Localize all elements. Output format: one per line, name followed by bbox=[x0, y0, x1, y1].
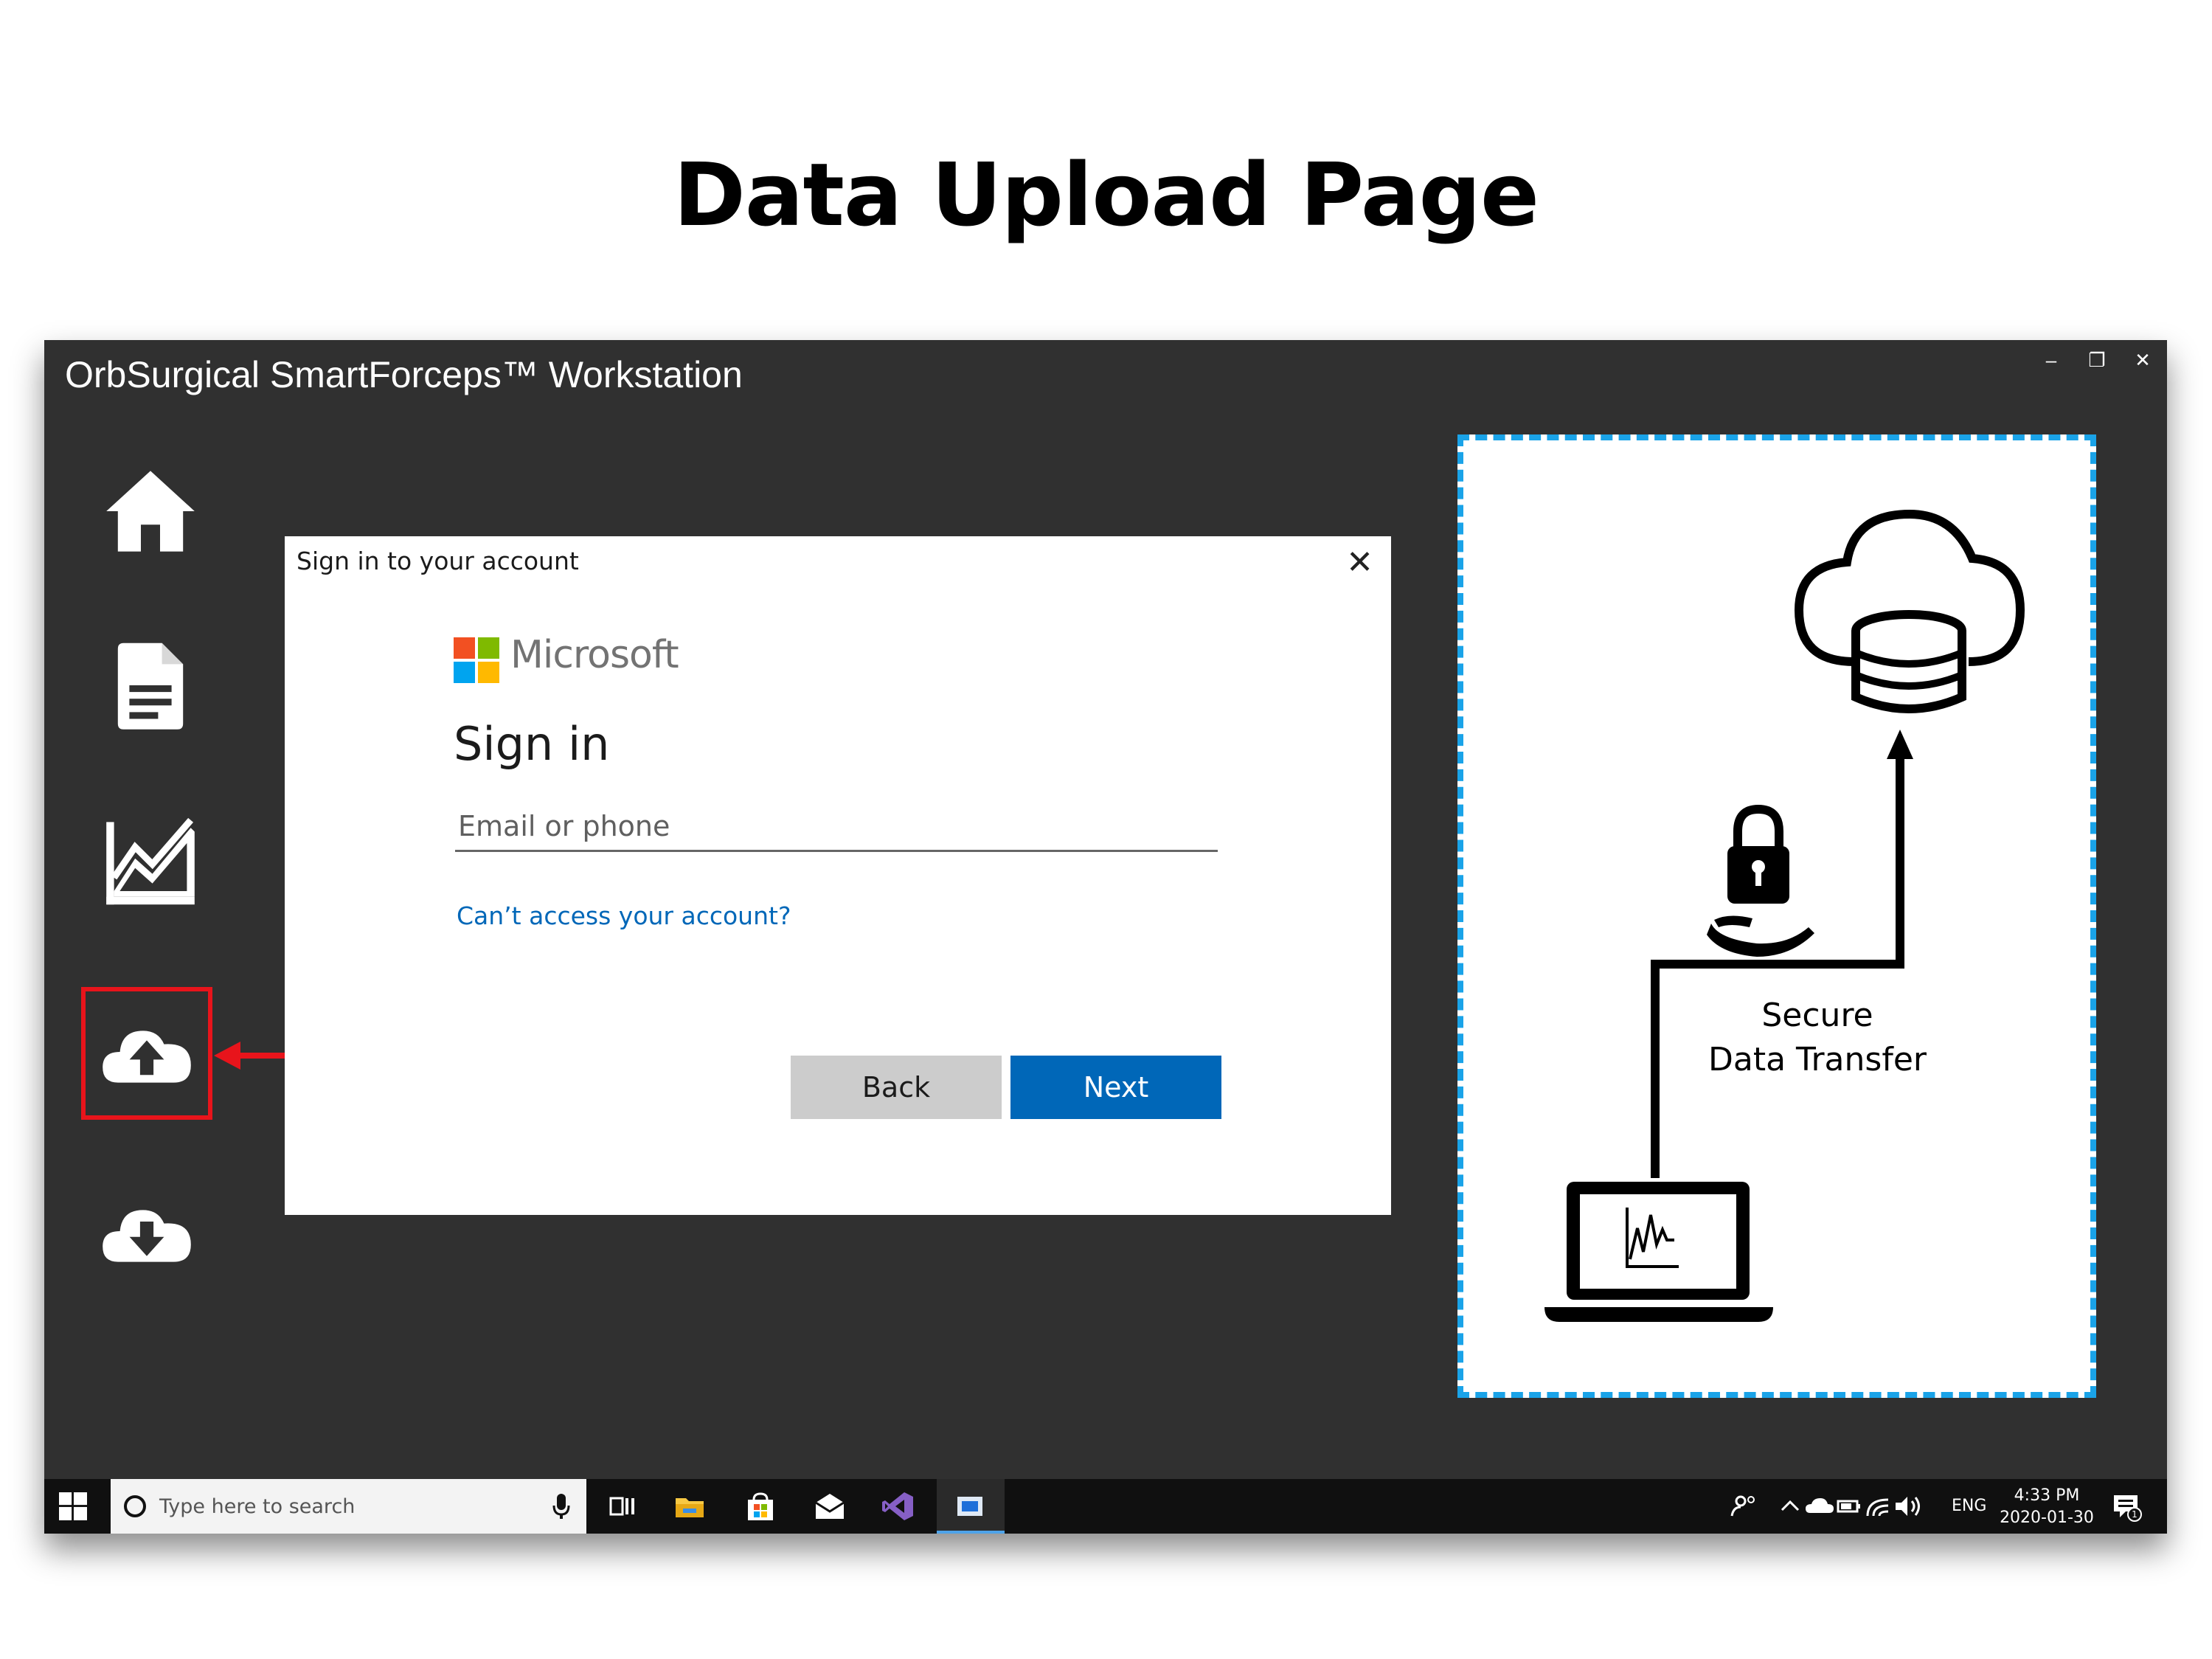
store-icon[interactable] bbox=[743, 1489, 777, 1523]
file-explorer-icon[interactable] bbox=[673, 1489, 707, 1523]
taskbar: Type here to search ENG 4:33 PM 2020-01-… bbox=[44, 1479, 2167, 1534]
taskbar-search-box[interactable]: Type here to search bbox=[111, 1479, 586, 1534]
people-icon[interactable] bbox=[1727, 1489, 1761, 1523]
back-button[interactable]: Back bbox=[791, 1056, 1002, 1119]
close-window-button[interactable]: ✕ bbox=[2132, 349, 2154, 372]
microphone-icon[interactable] bbox=[552, 1494, 570, 1519]
home-icon bbox=[106, 471, 195, 552]
clock[interactable]: 4:33 PM 2020-01-30 bbox=[1999, 1485, 2095, 1539]
workstation-app-icon bbox=[957, 1497, 982, 1516]
volume-icon[interactable] bbox=[1891, 1489, 1925, 1523]
active-app-tab[interactable] bbox=[937, 1479, 1005, 1534]
mail-icon[interactable] bbox=[813, 1489, 847, 1523]
sidebar-item-report[interactable] bbox=[95, 630, 206, 741]
microsoft-logo-icon bbox=[454, 637, 499, 683]
lock-hand-icon bbox=[1707, 804, 1814, 957]
minimize-button[interactable]: – bbox=[2040, 349, 2062, 372]
action-center-icon[interactable]: 1 bbox=[2109, 1489, 2143, 1523]
transfer-diagram bbox=[1544, 509, 2025, 1322]
restore-button[interactable]: ❐ bbox=[2086, 349, 2108, 372]
window-controls: – ❐ ✕ bbox=[2040, 349, 2154, 372]
window-title: OrbSurgical SmartForceps™ Workstation bbox=[65, 354, 743, 395]
label-line-1: Secure bbox=[1761, 997, 1873, 1034]
label-line-2: Data Transfer bbox=[1708, 1041, 1927, 1078]
task-view-icon[interactable] bbox=[605, 1489, 639, 1523]
clock-time: 4:33 PM bbox=[2014, 1486, 2080, 1505]
upload-highlight-box bbox=[81, 987, 212, 1120]
laptop-signal-icon bbox=[1544, 1182, 1773, 1322]
secure-transfer-illustration: Secure Data Transfer bbox=[1457, 434, 2096, 1398]
document-icon bbox=[117, 643, 184, 730]
notification-count: 1 bbox=[2132, 1509, 2138, 1520]
signin-dialog: Sign in to your account ✕ Microsoft Sign… bbox=[285, 536, 1391, 1215]
sidebar-item-download[interactable] bbox=[91, 1176, 202, 1286]
app-window: OrbSurgical SmartForceps™ Workstation – … bbox=[44, 340, 2167, 1534]
cant-access-link[interactable]: Can’t access your account? bbox=[457, 901, 791, 930]
visual-studio-icon[interactable] bbox=[881, 1489, 915, 1523]
cloud-database-icon bbox=[1794, 509, 2025, 713]
next-button[interactable]: Next bbox=[1010, 1056, 1221, 1119]
email-field[interactable] bbox=[455, 802, 1218, 852]
sidebar-item-analytics[interactable] bbox=[95, 807, 206, 918]
sidebar-item-home[interactable] bbox=[95, 456, 206, 567]
upward-arrow-icon bbox=[1887, 730, 1913, 759]
slide-title: Data Upload Page bbox=[673, 144, 1539, 246]
language-indicator[interactable]: ENG bbox=[1952, 1497, 1986, 1551]
cortana-icon bbox=[124, 1495, 146, 1517]
signin-heading: Sign in bbox=[454, 717, 610, 771]
search-placeholder: Type here to search bbox=[159, 1495, 356, 1518]
cloud-download-icon bbox=[103, 1210, 191, 1262]
clock-date: 2020-01-30 bbox=[2000, 1509, 2094, 1527]
dialog-header: Sign in to your account bbox=[297, 547, 579, 575]
chart-icon bbox=[106, 817, 195, 905]
windows-start-icon[interactable] bbox=[59, 1492, 87, 1520]
secure-transfer-label: Secure Data Transfer bbox=[1670, 994, 1965, 1082]
dialog-close-button[interactable]: ✕ bbox=[1346, 544, 1373, 581]
brand-name: Microsoft bbox=[510, 633, 679, 677]
